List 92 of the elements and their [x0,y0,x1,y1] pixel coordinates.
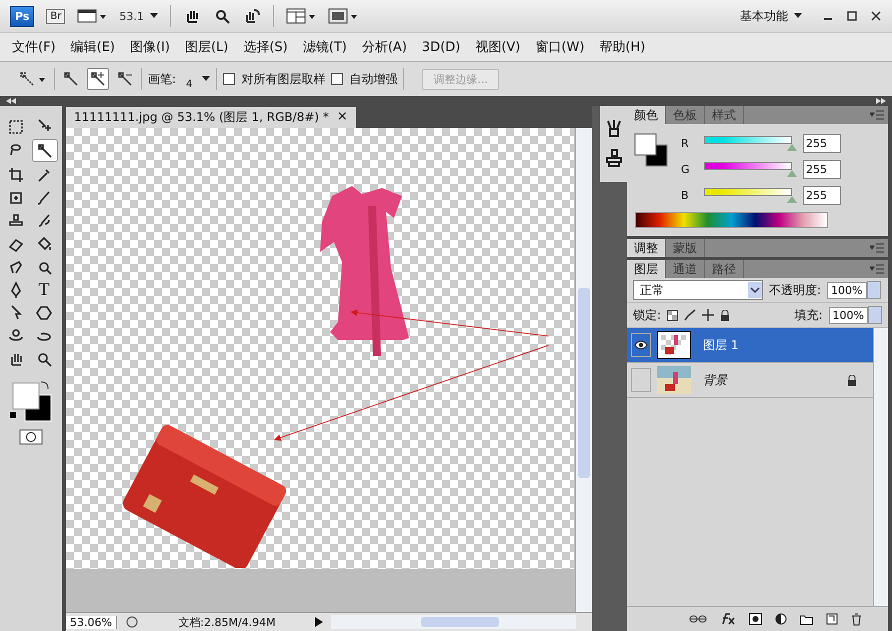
status-options-icon[interactable] [124,615,139,629]
panel-tab[interactable]: 样式 [705,106,744,124]
close-icon[interactable] [870,10,882,22]
layer-thumbnail [657,331,691,359]
menu-item[interactable]: 3D(D) [422,40,460,54]
panel-tab[interactable]: 图层 [627,260,666,278]
menu-item[interactable]: 窗口(W) [535,38,584,56]
layer-row[interactable]: 背景 [627,363,873,398]
layers-scrollbar[interactable] [873,328,888,606]
panel-tab[interactable]: 通道 [666,260,705,278]
panel-tab[interactable]: 颜色 [627,106,666,124]
menu-item[interactable]: 视图(V) [475,38,520,56]
zoom-field[interactable]: 53.06% [66,616,117,628]
channel-value-field[interactable]: 255 [803,160,841,178]
link-icon[interactable] [689,614,707,624]
tool-preset-icon[interactable] [18,70,48,88]
close-tab-button[interactable]: × [336,109,348,126]
fill-label: 填充: [794,306,823,324]
restore-icon[interactable] [846,10,858,22]
horizontal-scrollbar[interactable] [330,615,576,629]
panel-tab[interactable]: 路径 [705,260,744,278]
lock-transparency-icon[interactable] [667,310,678,320]
menu-item[interactable]: 图像(I) [130,38,170,56]
document-tab[interactable]: 11111111.jpg @ 53.1% (图层 1, RGB/8#) * × [66,107,356,128]
checkbox[interactable] [331,73,344,85]
menu-item[interactable]: 滤镜(T) [302,38,347,56]
channel-label: R [681,136,690,150]
brush-size-picker[interactable]: 4 [182,68,196,90]
vertical-scrollbar[interactable] [575,128,592,612]
wand-tool-icon[interactable] [36,142,54,160]
menu-item[interactable]: 选择(S) [243,38,288,56]
panel-tab[interactable]: 调整 [627,239,666,257]
layer-thumbnail [657,366,691,394]
trash-icon[interactable] [851,612,862,626]
clone-source-icon[interactable] [604,148,624,168]
tool-button[interactable] [32,139,58,162]
panel-menu-icon[interactable] [870,243,884,253]
panel-menu-icon[interactable] [870,110,884,120]
menu-item[interactable]: 文件(F) [12,38,56,56]
opacity-label: 不透明度: [769,282,822,298]
mask-icon[interactable] [749,613,762,625]
workspace-dropdown[interactable]: 基本功能 [740,8,802,24]
menu-item[interactable]: 图层(L) [184,38,228,56]
tool-button[interactable]: T [32,279,56,300]
auto-enhance-label[interactable]: 自动增强 [349,70,398,88]
color-spectrum-bar[interactable] [635,212,828,228]
visibility-toggle[interactable] [631,368,651,392]
film-icon[interactable] [77,8,108,24]
adjustment-icon[interactable] [775,613,787,625]
opacity-field[interactable]: 100% [827,282,866,298]
sample-all-layers-label[interactable]: 对所有图层取样 [241,70,326,88]
lock-label: 锁定: [633,306,662,324]
layer-row[interactable]: 图层 1 [627,328,873,363]
color-swatches-icon[interactable] [9,379,53,423]
effects-icon[interactable] [720,613,736,625]
arrange-icon[interactable] [286,8,316,24]
caret-icon[interactable] [794,13,802,20]
brush-label: 画笔: [148,70,176,88]
eye-icon[interactable] [634,340,648,350]
layer-name: 图层 1 [703,336,738,354]
document-size-text: 文档:2.85M/4.94M [177,614,277,630]
panel-menu-icon[interactable] [870,264,884,274]
bridge-button[interactable]: Br [46,8,66,24]
channel-label: B [681,188,690,202]
visibility-toggle[interactable] [631,333,651,357]
caret-icon[interactable] [150,13,158,20]
screen-mode-icon[interactable] [328,8,358,24]
collapse-icon[interactable] [6,98,16,104]
panel-tab[interactable]: 色板 [666,106,705,124]
selection-mode-button[interactable] [87,68,109,90]
blend-mode-dropdown[interactable]: 正常 [633,280,763,300]
move-icon[interactable] [702,309,714,321]
channel-value-field[interactable]: 255 [803,134,841,152]
checkbox[interactable] [223,73,236,85]
menu-item[interactable]: 编辑(E) [70,38,115,56]
ps-logo[interactable]: Ps [10,6,34,26]
layer-name: 背景 [703,372,727,388]
color-swatches-icon[interactable] [633,132,669,168]
expand-icon[interactable] [876,98,886,104]
dropdown-arrow-icon[interactable] [202,76,210,82]
folder-icon[interactable] [800,614,813,624]
new-layer-icon[interactable] [826,613,838,625]
channel-label: G [681,162,691,176]
menu-item[interactable]: 分析(A) [362,38,407,56]
zoom-level-dropdown[interactable]: 53.1 [119,10,158,22]
channel-value-field[interactable]: 255 [803,186,841,204]
play-icon[interactable] [314,617,323,627]
lock-icon[interactable] [720,310,730,320]
brush-icon[interactable] [684,309,696,321]
menu-item[interactable]: 帮助(H) [599,38,646,56]
fill-field[interactable]: 100% [828,306,868,324]
quick-mask-icon[interactable] [19,429,43,445]
